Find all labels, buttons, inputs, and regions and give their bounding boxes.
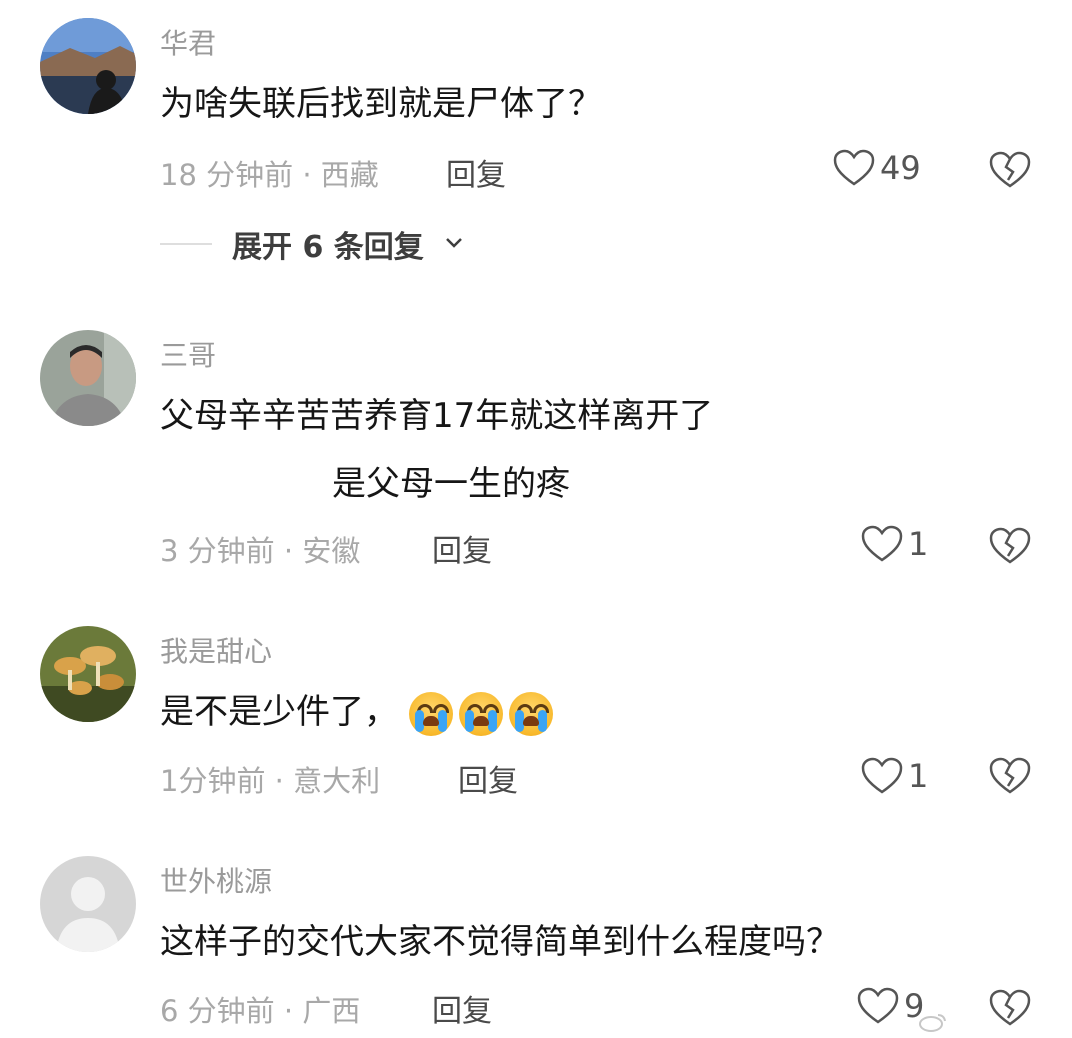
heart-outline-icon xyxy=(860,524,904,564)
expand-replies[interactable]: 展开 6 条回复 xyxy=(160,222,464,266)
username[interactable]: 我是甜心 xyxy=(160,630,272,670)
like-count: 49 xyxy=(880,149,921,187)
like-button[interactable]: 1 xyxy=(860,756,928,796)
reply-button[interactable]: 回复 xyxy=(458,756,518,800)
comment-text: 是不是少件了， xyxy=(160,690,559,736)
avatar[interactable] xyxy=(40,856,136,952)
dislike-button[interactable] xyxy=(988,526,1032,566)
heart-outline-icon xyxy=(856,986,900,1026)
loudly-crying-face-icon xyxy=(408,691,453,736)
like-button[interactable]: 9 xyxy=(856,986,924,1026)
broken-heart-icon xyxy=(988,526,1032,566)
loudly-crying-face-icon xyxy=(458,691,503,736)
dislike-button[interactable] xyxy=(988,150,1032,190)
avatar[interactable] xyxy=(40,18,136,114)
like-count: 1 xyxy=(908,757,929,795)
broken-heart-icon xyxy=(988,150,1032,190)
time-location: 6 分钟前 · 广西 xyxy=(160,994,361,1028)
chevron-down-icon xyxy=(444,235,464,254)
time-location: 18 分钟前 · 西藏 xyxy=(160,158,379,192)
avatar[interactable] xyxy=(40,626,136,722)
username[interactable]: 三哥 xyxy=(160,334,216,374)
like-button[interactable]: 1 xyxy=(860,524,928,564)
comment-text: 为啥失联后找到就是尸体了？ xyxy=(160,84,602,124)
reply-button[interactable]: 回复 xyxy=(446,150,506,194)
username[interactable]: 世外桃源 xyxy=(160,860,272,900)
avatar[interactable] xyxy=(40,330,136,426)
username[interactable]: 华君 xyxy=(160,22,216,62)
comment-text: 父母辛辛苦苦养育17年就这样离开了 xyxy=(160,396,714,436)
dislike-button[interactable] xyxy=(988,756,1032,796)
broken-heart-icon xyxy=(988,988,1032,1028)
divider xyxy=(160,243,212,245)
expand-replies-label: 展开 6 条回复 xyxy=(232,230,424,265)
comment-text-line-2: 是父母一生的疼 xyxy=(332,464,570,504)
broken-heart-icon xyxy=(988,756,1032,796)
reply-button[interactable]: 回复 xyxy=(432,526,492,570)
comment-text-content: 是不是少件了， xyxy=(160,692,398,732)
time-location: 1分钟前 · 意大利 xyxy=(160,764,381,798)
time-location: 3 分钟前 · 安徽 xyxy=(160,534,361,568)
like-count: 1 xyxy=(908,525,929,563)
comment-text: 这样子的交代大家不觉得简单到什么程度吗？ xyxy=(160,922,840,962)
reply-button[interactable]: 回复 xyxy=(432,986,492,1030)
heart-outline-icon xyxy=(832,148,876,188)
watermark xyxy=(918,1012,948,1038)
heart-outline-icon xyxy=(860,756,904,796)
loudly-crying-face-icon xyxy=(508,691,553,736)
like-button[interactable]: 49 xyxy=(832,148,921,188)
dislike-button[interactable] xyxy=(988,988,1032,1028)
